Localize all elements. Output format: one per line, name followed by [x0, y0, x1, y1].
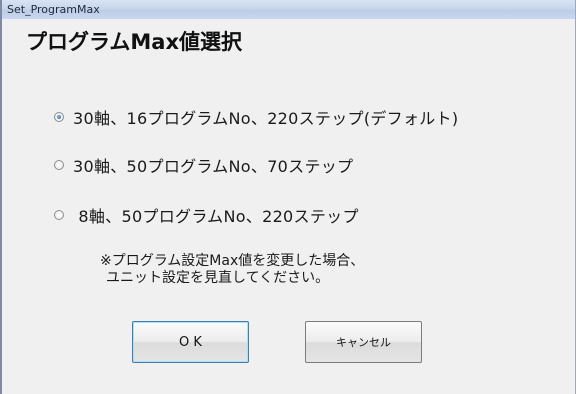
page-title: プログラムMax値選択 [26, 30, 242, 54]
note-line-2: ユニット設定を見直してください。 [106, 270, 330, 286]
radio-option-30axis-50prog[interactable]: 30軸、50プログラムNo、70ステップ [54, 153, 353, 177]
title-bar[interactable]: Set_ProgramMax [2, 0, 575, 19]
radio-option-label: 8軸、50プログラムNo、220ステップ [73, 207, 359, 226]
radio-option-label: 30軸、16プログラムNo、220ステップ(デフォルト) [73, 109, 459, 128]
radio-option-label: 30軸、50プログラムNo、70ステップ [73, 157, 354, 176]
cancel-button[interactable]: キャンセル [305, 321, 422, 363]
note-line-1: ※プログラム設定Max値を変更した場合、 [100, 253, 365, 269]
radio-button[interactable] [54, 210, 64, 220]
settings-note: ※プログラム設定Max値を変更した場合、 ユニット設定を見直してください。 [100, 253, 364, 287]
radio-button[interactable] [54, 160, 64, 170]
window-title: Set_ProgramMax [7, 3, 100, 16]
radio-option-30axis-16prog[interactable]: 30軸、16プログラムNo、220ステップ(デフォルト) [54, 105, 458, 129]
ok-button[interactable]: O K [132, 321, 249, 363]
dialog-window: Set_ProgramMax プログラムMax値選択 30軸、16プログラムNo… [0, 0, 576, 394]
radio-option-8axis-50prog[interactable]: 8軸、50プログラムNo、220ステップ [54, 203, 359, 227]
radio-button-checked[interactable] [54, 112, 64, 122]
